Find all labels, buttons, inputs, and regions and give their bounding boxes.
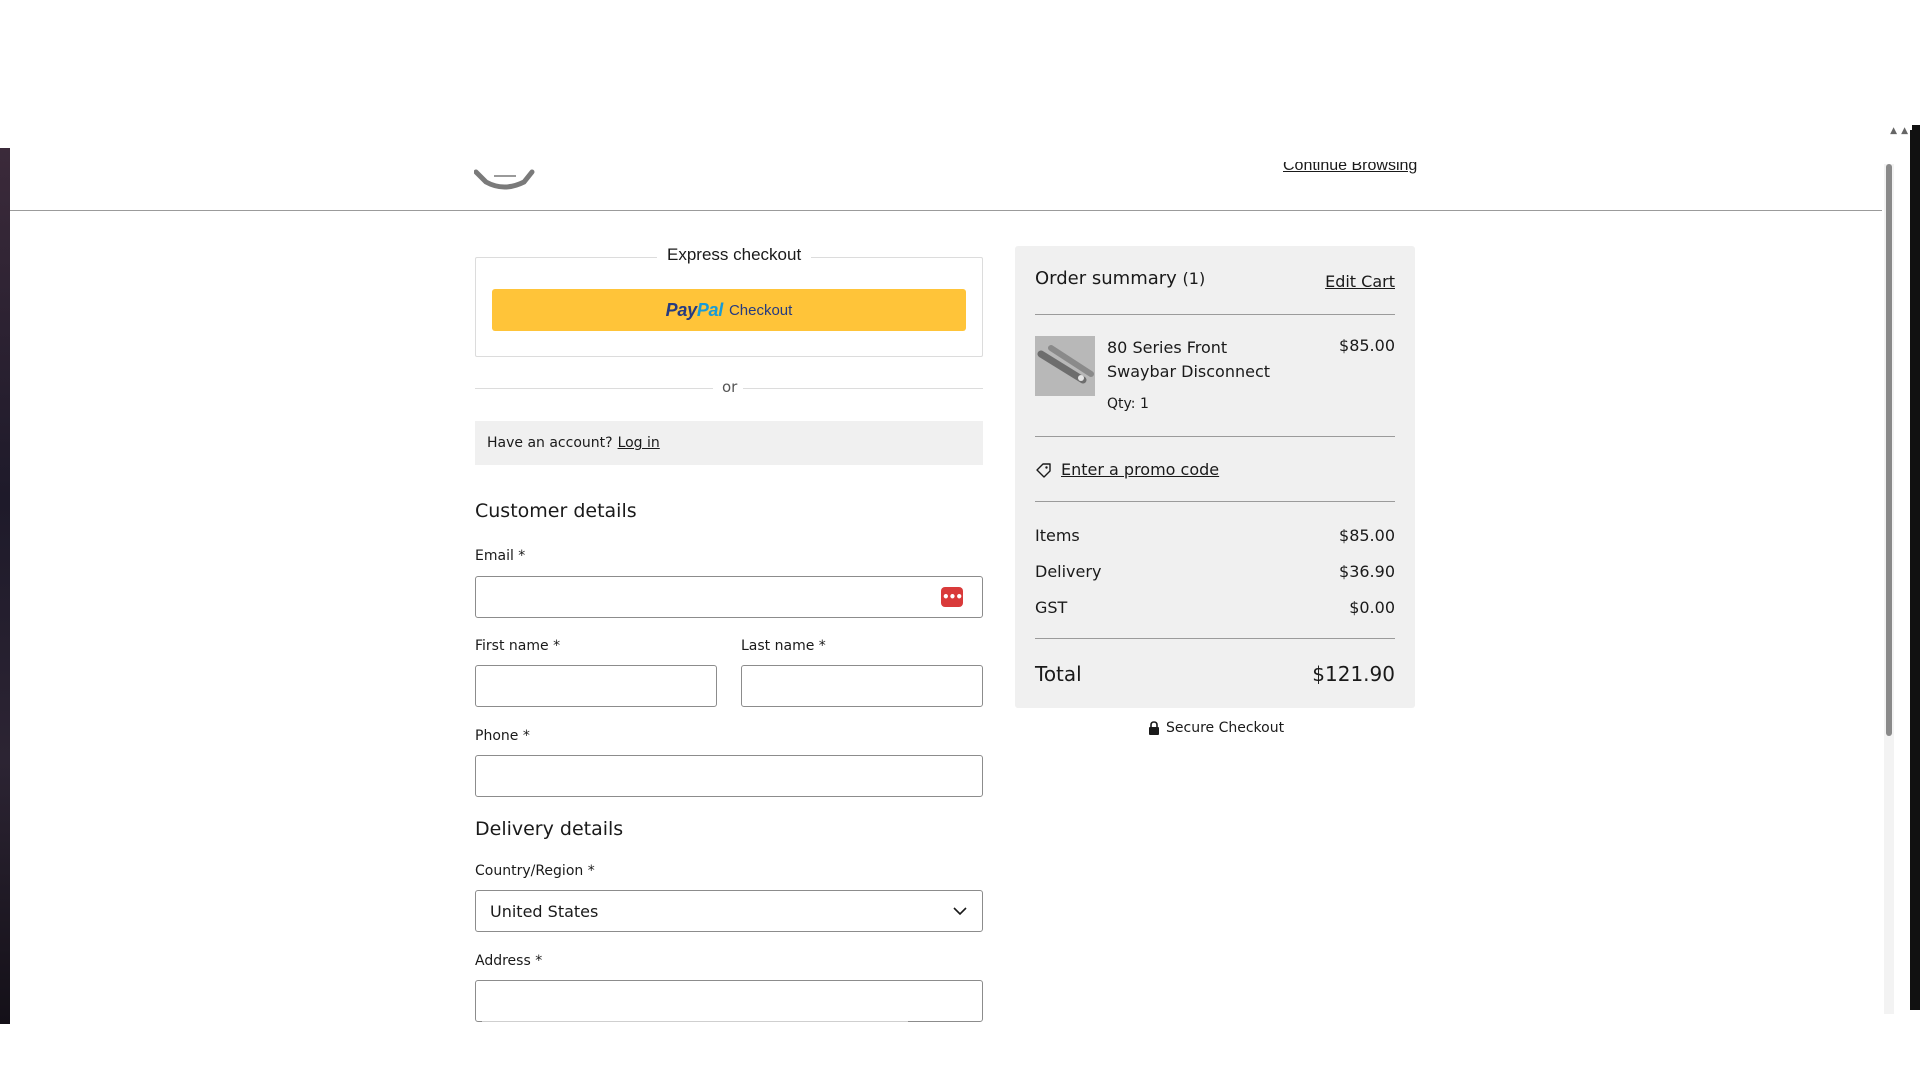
product-thumbnail — [1035, 336, 1095, 396]
window-edge-right — [1910, 130, 1920, 1010]
order-summary-panel: Order summary (1) Edit Cart 80 Series Fr… — [1015, 246, 1415, 708]
line-label: GST — [1035, 598, 1068, 617]
line-value: $0.00 — [1349, 598, 1395, 617]
summary-line-delivery: Delivery $36.90 — [1035, 562, 1395, 581]
address-field[interactable] — [475, 980, 983, 1022]
customer-details-title: Customer details — [475, 500, 637, 522]
summary-divider — [1035, 314, 1395, 315]
promo-code-label: Enter a promo code — [1061, 460, 1220, 479]
divider-line-left — [475, 388, 713, 389]
lock-icon — [1149, 721, 1159, 735]
first-name-field[interactable] — [475, 665, 717, 707]
secure-checkout: Secure Checkout — [1148, 720, 1284, 736]
phone-label: Phone * — [475, 728, 530, 744]
address-autocomplete-edge — [482, 1021, 908, 1022]
product-quantity: Qty: 1 — [1107, 396, 1149, 412]
chevron-down-icon — [953, 907, 967, 916]
scroll-up-icon[interactable]: ▲ — [1890, 126, 1897, 136]
summary-divider — [1035, 638, 1395, 639]
express-checkout-title: Express checkout — [657, 245, 812, 265]
paypal-checkout-label: Checkout — [728, 301, 793, 319]
summary-line-items: Items $85.00 — [1035, 526, 1395, 545]
first-name-label: First name * — [475, 638, 561, 654]
email-field[interactable] — [475, 576, 983, 618]
divider-line-right — [743, 388, 983, 389]
phone-field[interactable] — [475, 755, 983, 797]
scroll-up-icon-secondary[interactable]: ▲ — [1901, 126, 1908, 136]
site-logo[interactable] — [474, 168, 536, 198]
or-label: or — [722, 378, 738, 396]
total-label: Total — [1035, 662, 1082, 686]
summary-divider — [1035, 436, 1395, 437]
summary-divider — [1035, 501, 1395, 502]
line-label: Items — [1035, 526, 1080, 545]
promo-code-link[interactable]: Enter a promo code — [1035, 460, 1219, 479]
checkout-page: ▲ ▲ Continue Browsing Express checkout P… — [0, 0, 1920, 1080]
address-label: Address * — [475, 953, 543, 969]
total-value: $121.90 — [1312, 662, 1395, 686]
order-summary-title: Order summary (1) — [1035, 268, 1206, 289]
country-value: United States — [490, 901, 599, 921]
summary-line-gst: GST $0.00 — [1035, 598, 1395, 617]
log-in-link[interactable]: Log in — [618, 435, 660, 451]
or-divider: or — [475, 378, 983, 398]
last-name-field[interactable] — [741, 665, 983, 707]
secure-checkout-label: Secure Checkout — [1166, 720, 1285, 736]
site-header: Continue Browsing — [10, 148, 1882, 211]
country-select[interactable]: United States — [475, 890, 983, 932]
delivery-details-title: Delivery details — [475, 818, 624, 840]
account-prompt: Have an account? — [487, 435, 613, 451]
product-price: $85.00 — [1339, 336, 1395, 355]
continue-browsing-link[interactable]: Continue Browsing — [1283, 162, 1417, 175]
password-manager-icon[interactable]: ••• — [941, 587, 963, 607]
paypal-checkout-button[interactable]: PayPal Checkout — [492, 289, 966, 331]
account-login-bar: Have an account? Log in — [475, 421, 983, 465]
summary-total: Total $121.90 — [1035, 662, 1395, 686]
background-window-edge — [0, 148, 10, 1024]
order-item-count: (1) — [1182, 269, 1206, 288]
edit-cart-link[interactable]: Edit Cart — [1325, 272, 1395, 291]
scrollbar-thumb[interactable] — [1886, 164, 1892, 736]
last-name-label: Last name * — [741, 638, 826, 654]
product-name: 80 Series Front Swaybar Disconnect — [1107, 338, 1271, 381]
country-label: Country/Region * — [475, 863, 595, 879]
line-label: Delivery — [1035, 562, 1102, 581]
product-image — [1035, 336, 1095, 396]
line-value: $36.90 — [1339, 562, 1395, 581]
address-field-wrapper — [475, 980, 983, 1022]
tag-icon — [1036, 462, 1051, 478]
paypal-logo: PayPal — [665, 299, 724, 320]
email-label: Email * — [475, 548, 526, 564]
line-value: $85.00 — [1339, 526, 1395, 545]
